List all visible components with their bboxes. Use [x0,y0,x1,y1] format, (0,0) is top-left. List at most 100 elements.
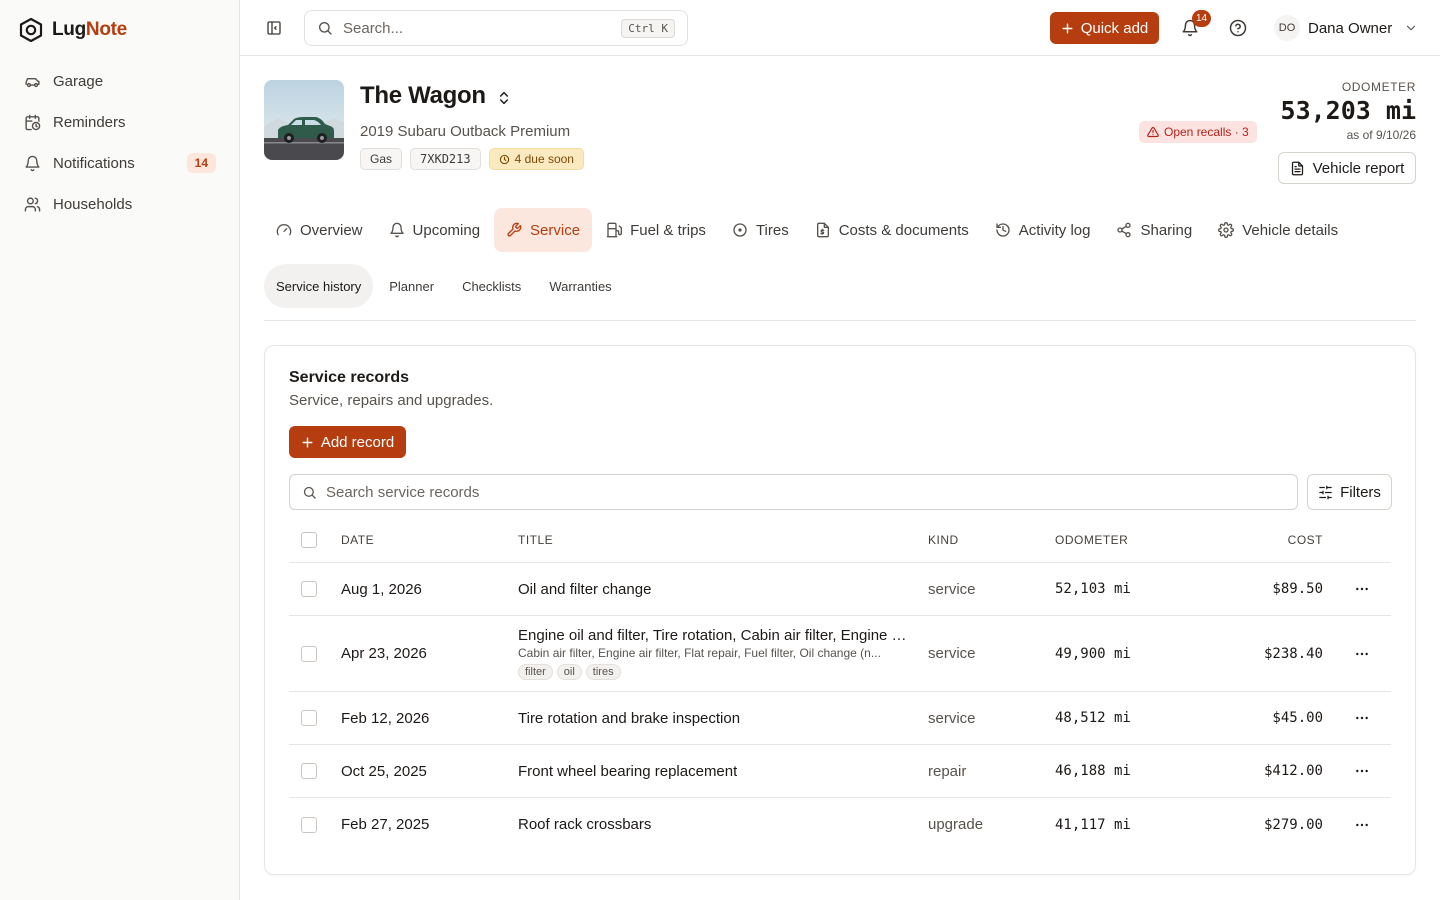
quick-add-button[interactable]: Quick add [1050,12,1159,44]
row-checkbox[interactable] [301,645,317,662]
tag-chip[interactable]: filter [518,664,553,680]
row-kind: service [928,580,976,598]
wrench-icon [507,222,522,237]
notifications-button[interactable]: 14 [1178,10,1212,40]
add-record-button[interactable]: Add record [289,426,406,458]
subtab-warranties[interactable]: Warranties [537,264,623,308]
bell-icon [389,222,404,238]
column-kind[interactable]: KIND [928,518,959,562]
sidebar-item-garage[interactable]: Garage [12,62,228,100]
subtab-checklists[interactable]: Checklists [450,264,533,308]
tab-tires[interactable]: Tires [720,208,801,252]
row-select-cell [301,616,317,691]
row-title: Roof rack crossbars [518,798,908,851]
row-title-subtext: Cabin air filter, Engine air filter, Fla… [518,646,881,660]
row-actions-button[interactable] [1353,616,1371,691]
sidebar-item-label: Reminders [53,113,126,131]
sidebar-item-label: Notifications [53,154,135,172]
odometer-label: ODOMETER [1341,80,1416,94]
user-menu[interactable]: DO Dana Owner [1274,12,1418,44]
more-horizontal-icon [1356,823,1368,826]
sidebar-item-reminders[interactable]: Reminders [12,103,228,141]
tab-costs-documents[interactable]: Costs & documents [803,208,981,252]
row-date: Feb 12, 2026 [341,709,430,727]
search-icon [319,22,332,35]
tab-overview[interactable]: Overview [264,208,375,252]
gear-icon [1218,222,1235,238]
add-record-label: Add record [320,433,395,451]
open-recalls-badge[interactable]: Open recalls · 3 [1139,121,1257,143]
chevron-down-icon [1407,25,1416,31]
row-checkbox[interactable] [301,581,317,597]
row-kind: service [928,709,976,727]
tab-upcoming[interactable]: Upcoming [377,208,493,252]
column-title[interactable]: TITLE [518,518,908,562]
column-cost[interactable]: COST [1288,518,1323,562]
calendar-clock-icon [25,114,41,130]
sidebar-item-notifications[interactable]: Notifications 14 [12,144,228,182]
clock-icon [499,154,509,164]
row-cost: $412.00 [1263,763,1323,779]
row-actions-button[interactable] [1353,745,1371,797]
row-date: Aug 1, 2026 [341,580,422,598]
row-kind: service [928,645,976,662]
file-dollar-icon [816,222,829,238]
plus-icon [1062,22,1073,34]
filters-button[interactable]: Filters [1307,474,1392,510]
tab-label: Costs & documents [838,221,969,239]
sidebar-nav: Garage Reminders Notifications 14 Househ… [12,62,228,226]
table-row[interactable]: Feb 12, 2026 Tire rotation and brake ins… [289,692,1391,745]
table-row[interactable]: Feb 27, 2025 Roof rack crossbars upgrade… [289,798,1391,851]
tab-label: Tires [755,221,789,239]
chevrons-up-down-icon[interactable] [496,90,512,106]
vehicle-name: The Wagon [360,82,486,109]
row-checkbox[interactable] [301,710,317,726]
records-search-input[interactable]: Search service records [289,474,1298,510]
tag-chip[interactable]: tires [585,664,621,680]
row-title: Front wheel bearing replacement [518,745,908,797]
select-all-cell [301,518,317,562]
fuel-chip: Gas [360,148,403,170]
vehicle-report-button[interactable]: Vehicle report [1278,152,1416,184]
row-title-text: Oil and filter change [518,580,652,598]
column-date[interactable]: DATE [341,518,374,562]
tab-activity-log[interactable]: Activity log [983,208,1103,252]
tab-fuel-trips[interactable]: Fuel & trips [594,208,718,252]
row-title: Oil and filter change [518,563,908,615]
column-odometer[interactable]: ODOMETER [1055,518,1128,562]
row-actions-button[interactable] [1353,798,1371,851]
select-all-checkbox[interactable] [301,532,317,548]
row-title-text: Engine oil and filter, Tire rotation, Ca… [518,627,908,644]
row-select-cell [301,798,317,851]
share-icon [1117,222,1132,238]
tab-service[interactable]: Service [494,208,593,252]
tag-chip[interactable]: oil [556,664,582,680]
filters-label: Filters [1340,483,1381,501]
row-title-block: Engine oil and filter, Tire rotation, Ca… [518,627,908,680]
row-checkbox[interactable] [301,763,317,779]
table-row[interactable]: Oct 25, 2025 Front wheel bearing replace… [289,745,1391,798]
subtab-service-history[interactable]: Service history [264,264,374,308]
row-actions-button[interactable] [1353,692,1371,744]
odometer-value: 53,203 mi [1280,96,1416,125]
sidebar-toggle-button[interactable] [262,16,286,40]
help-button[interactable] [1226,16,1250,40]
sidebar-item-label: Garage [53,72,104,90]
table-row[interactable]: Apr 23, 2026 Engine oil and filter, Tire… [289,616,1391,692]
subtab-planner[interactable]: Planner [377,264,446,308]
notifications-count-badge: 14 [186,153,216,173]
row-cost: $45.00 [1272,710,1323,726]
vehicle-report-label: Vehicle report [1312,159,1405,177]
table-row[interactable]: Aug 1, 2026 Oil and filter change servic… [289,563,1391,616]
row-tags: filter oil tires [518,664,908,680]
app-logo[interactable]: LugNote [18,16,127,44]
global-search-input[interactable]: Search... Ctrl K [304,10,688,46]
row-date: Apr 23, 2026 [341,645,427,662]
sidebar-item-label: Households [53,195,133,213]
row-actions-button[interactable] [1353,563,1371,615]
row-checkbox[interactable] [301,816,317,833]
tab-vehicle-details[interactable]: Vehicle details [1206,208,1350,252]
tab-sharing[interactable]: Sharing [1104,208,1204,252]
sidebar-item-households[interactable]: Households [12,185,228,223]
due-soon-chip[interactable]: 4 due soon [488,148,584,170]
